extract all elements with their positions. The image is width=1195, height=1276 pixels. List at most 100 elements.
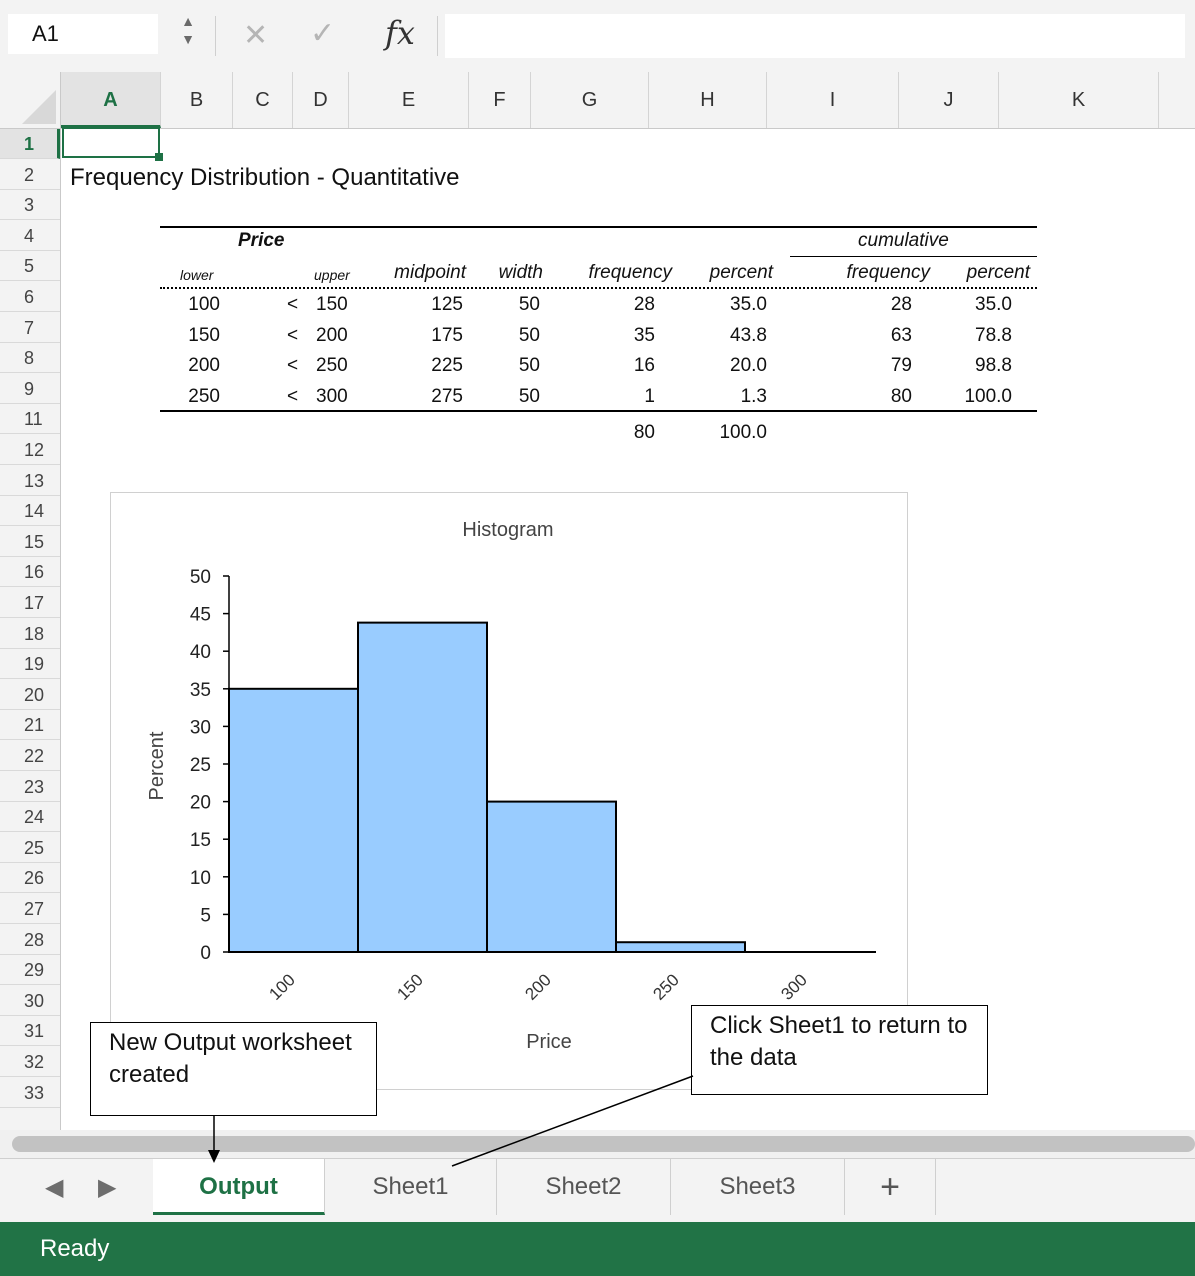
row-header-28[interactable]: 28 (0, 925, 60, 955)
row-header-2[interactable]: 2 (0, 160, 60, 190)
cell-midpoint: 225 (431, 355, 463, 377)
y-tick-label: 10 (190, 868, 211, 889)
row-header-13[interactable]: 13 (0, 466, 60, 496)
cell-lower: 100 (188, 294, 220, 315)
column-header-e[interactable]: E (349, 72, 469, 128)
enter-icon[interactable]: ✓ (310, 16, 335, 51)
row-header-21[interactable]: 21 (0, 710, 60, 741)
column-header-j[interactable]: J (899, 72, 999, 128)
cell-width: 50 (518, 355, 540, 377)
formula-input[interactable] (445, 14, 1185, 58)
row-header-3[interactable]: 3 (0, 190, 60, 221)
next-sheet-icon[interactable]: ▶ (98, 1173, 116, 1202)
column-header-b[interactable]: B (161, 72, 233, 128)
column-header-c[interactable]: C (233, 72, 293, 128)
cell-lt: < (287, 294, 299, 315)
row-header-19[interactable]: 19 (0, 649, 60, 680)
spreadsheet-grid[interactable]: ABCDEFGHIJK 1 2 3 4 5 6 7 8 9 11 12 13 14 15 16 17 18 19 2… (0, 72, 1195, 1130)
scrollbar-thumb[interactable] (12, 1136, 1195, 1152)
cell-lt: < (287, 385, 299, 407)
y-tick-label: 15 (190, 830, 211, 851)
formula-bar: A1 ▲ ▼ ✕ ✓ fx (0, 0, 1195, 73)
prev-sheet-icon[interactable]: ◀ (45, 1173, 63, 1202)
status-text: Ready (40, 1235, 110, 1262)
header-percent: percent (709, 262, 773, 283)
tab-sheet2[interactable]: Sheet2 (497, 1159, 671, 1215)
name-box[interactable]: A1 (8, 14, 158, 54)
column-header-i[interactable]: I (767, 72, 899, 128)
header-frequency: frequency (588, 262, 672, 283)
histogram-chart[interactable]: Histogram 0 5 10 15 20 25 30 35 40 45 50 100 150 200 25… (110, 492, 908, 1090)
column-header-a[interactable]: A (61, 72, 161, 128)
cell-lt: < (287, 324, 299, 346)
horizontal-scrollbar[interactable] (0, 1130, 1195, 1158)
callout-output-text: New Output worksheet created (109, 1029, 352, 1088)
y-axis-label: Percent (146, 731, 168, 800)
row-header-25[interactable]: 25 (0, 833, 60, 863)
row-header-30[interactable]: 30 (0, 986, 60, 1016)
row-header-26[interactable]: 26 (0, 863, 60, 894)
divider (215, 16, 216, 56)
y-tick-label: 35 (190, 680, 211, 701)
callout-sheet1: Click Sheet1 to return to the data (691, 1005, 988, 1095)
cell-upper: 300 (316, 385, 348, 407)
row-header-22[interactable]: 22 (0, 741, 60, 771)
y-tick-label: 30 (190, 717, 211, 738)
row-header-27[interactable]: 27 (0, 894, 60, 924)
row-header-29[interactable]: 29 (0, 955, 60, 986)
row-header-4[interactable]: 4 (0, 221, 60, 251)
up-down-stepper-icon[interactable]: ▲ ▼ (178, 12, 198, 56)
tab-output[interactable]: Output (153, 1159, 325, 1215)
cell-cum-frequency: 63 (890, 324, 912, 346)
row-header-9[interactable]: 9 (0, 374, 60, 404)
row-header-20[interactable]: 20 (0, 680, 60, 710)
row-header-31[interactable]: 31 (0, 1016, 60, 1047)
tab-sheet3[interactable]: Sheet3 (671, 1159, 845, 1215)
column-header-f[interactable]: F (469, 72, 531, 128)
row-header-11[interactable]: 11 (0, 404, 60, 435)
tab-sheet1[interactable]: Sheet1 (325, 1159, 497, 1215)
cell-cum-frequency: 79 (890, 355, 912, 377)
cell-frequency: 35 (633, 324, 655, 346)
cell-width: 50 (518, 324, 540, 346)
row-header-12[interactable]: 12 (0, 435, 60, 465)
y-tick-label: 25 (190, 755, 211, 776)
column-headers: ABCDEFGHIJK (61, 72, 1195, 129)
row-header-16[interactable]: 16 (0, 557, 60, 588)
fill-handle[interactable] (155, 153, 163, 161)
column-header-d[interactable]: D (293, 72, 349, 128)
table-top-rule (160, 226, 1037, 228)
add-sheet-icon[interactable]: + (845, 1159, 936, 1215)
y-tick-label: 0 (200, 943, 211, 964)
cancel-icon[interactable]: ✕ (243, 18, 268, 53)
cell-cum-frequency: 80 (890, 385, 912, 407)
cell-cum-percent: 100.0 (964, 385, 1012, 407)
fx-icon[interactable]: fx (385, 14, 415, 52)
chart-svg: Histogram 0 5 10 15 20 25 30 35 40 45 50 100 150 200 25… (146, 519, 876, 1053)
row-header-33[interactable]: 33 (0, 1078, 60, 1108)
y-tick-label: 50 (190, 567, 211, 588)
column-header-k[interactable]: K (999, 72, 1159, 128)
row-header-23[interactable]: 23 (0, 772, 60, 802)
row-header-8[interactable]: 8 (0, 343, 60, 374)
column-header-h[interactable]: H (649, 72, 767, 128)
row-header-15[interactable]: 15 (0, 527, 60, 557)
row-header-6[interactable]: 6 (0, 282, 60, 312)
row-header-5[interactable]: 5 (0, 251, 60, 282)
cell-midpoint: 275 (431, 385, 463, 407)
selected-cell[interactable] (62, 127, 160, 158)
cell-frequency: 28 (633, 294, 655, 315)
row-header-1[interactable]: 1 (0, 129, 60, 159)
select-all-corner[interactable] (0, 72, 61, 129)
row-header-7[interactable]: 7 (0, 313, 60, 343)
row-header-24[interactable]: 24 (0, 802, 60, 833)
column-header-g[interactable]: G (531, 72, 649, 128)
row-header-17[interactable]: 17 (0, 588, 60, 618)
status-bar: Ready (0, 1222, 1195, 1276)
header-upper: upper (314, 267, 350, 283)
row-header-32[interactable]: 32 (0, 1047, 60, 1077)
row-header-14[interactable]: 14 (0, 496, 60, 527)
row-headers: 1 2 3 4 5 6 7 8 9 11 12 13 14 15 16 17 18 19 20 21 22 23 24 25 2… (0, 129, 61, 1130)
cell-lower: 150 (188, 324, 220, 346)
row-header-18[interactable]: 18 (0, 619, 60, 649)
